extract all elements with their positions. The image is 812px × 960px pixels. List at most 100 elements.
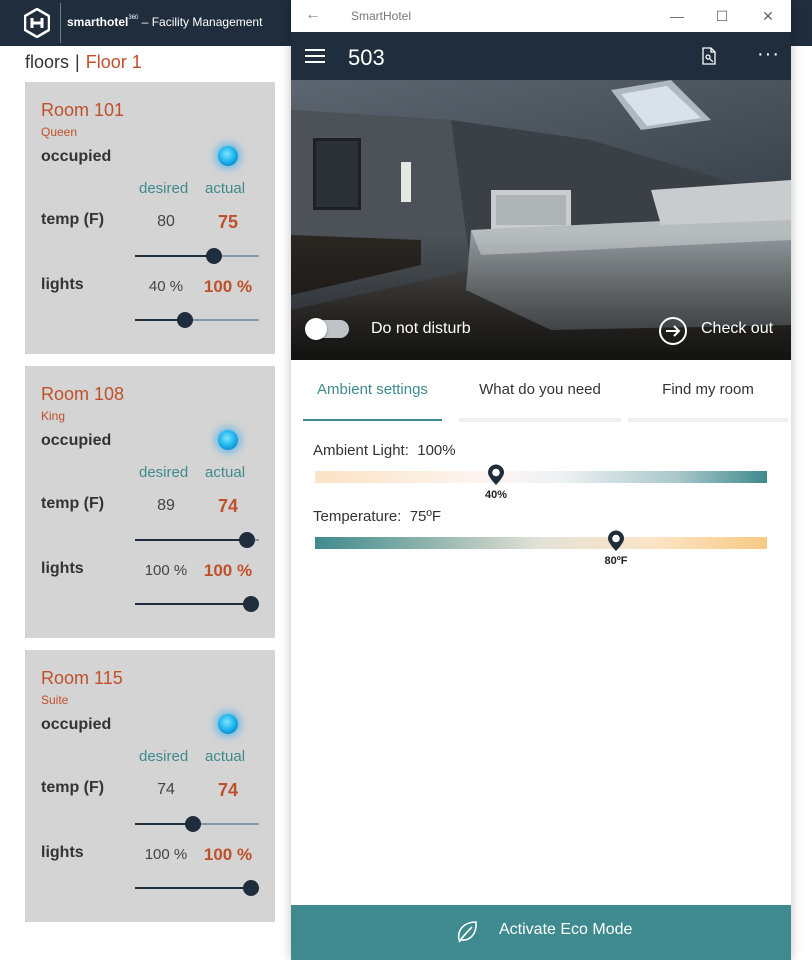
actual-header: actual [205, 180, 246, 197]
window-titlebar[interactable]: ← SmartHotel — ☐ ✕ [291, 0, 791, 32]
tab-divider [459, 418, 621, 422]
lights-label: lights [41, 276, 84, 293]
do-not-disturb-label: Do not disturb [371, 320, 471, 337]
temperature-title: Temperature: [313, 508, 402, 525]
tab-what-do-you-need[interactable]: What do you need [459, 360, 621, 422]
breadcrumb-separator: | [75, 52, 80, 72]
lights-actual-value: 100 % [203, 845, 253, 864]
eco-mode-label: Activate Eco Mode [499, 921, 633, 938]
tab-divider [628, 418, 788, 422]
temp-desired-value: 80 [157, 213, 175, 230]
room-type: Queen [41, 125, 78, 139]
ambient-light-desired-label: 40% [484, 489, 508, 501]
desired-header: desired [139, 464, 189, 481]
room-card[interactable]: Room 101 Queen occupied desired actual t… [25, 82, 275, 354]
back-arrow-icon[interactable]: ← [305, 6, 321, 24]
temperature-value: 75ºF [409, 508, 442, 525]
slider-thumb[interactable] [239, 532, 255, 548]
checkout-icon[interactable] [658, 316, 688, 346]
minimize-button[interactable]: — [665, 4, 689, 28]
brand-sup: 360 [128, 15, 139, 21]
lights-label: lights [41, 560, 84, 577]
lights-desired-value: 100 % [144, 846, 188, 863]
temperature-slider[interactable] [315, 537, 767, 549]
slider-track-filled [135, 539, 247, 541]
tab-find-my-room[interactable]: Find my room [628, 360, 788, 422]
document-key-icon[interactable] [701, 47, 717, 65]
ambient-light-value: 100% [417, 442, 456, 459]
window-title: SmartHotel [351, 9, 412, 23]
slider-track-filled [135, 603, 259, 605]
room-photo: Do not disturb Check out [291, 80, 791, 360]
slider-track-remaining [193, 823, 259, 825]
room-status: occupied [41, 432, 112, 449]
hamburger-menu-icon[interactable] [305, 49, 325, 63]
more-options-icon[interactable]: ··· [757, 43, 780, 66]
lights-slider[interactable] [135, 312, 259, 328]
temp-label: temp (F) [41, 211, 105, 228]
ambient-light-label: Ambient Light: 100% [313, 442, 456, 459]
temp-actual-value: 74 [217, 780, 239, 800]
slider-thumb[interactable] [185, 816, 201, 832]
bedroom-image [291, 80, 791, 360]
lights-actual-value: 100 % [203, 561, 253, 580]
occupancy-indicator-icon [218, 146, 238, 166]
activate-eco-mode-button[interactable]: Activate Eco Mode [291, 905, 791, 960]
smarthotel-window: ← SmartHotel — ☐ ✕ 503 ··· Do not distur… [291, 0, 791, 960]
slider-track-remaining [185, 319, 259, 321]
brand-name: smarthotel [67, 15, 129, 29]
room-number: 503 [348, 45, 385, 70]
breadcrumb-floors-link[interactable]: floors [25, 52, 69, 72]
leaf-icon [457, 921, 477, 943]
temp-label: temp (F) [41, 779, 105, 796]
tab-bar: Ambient settings What do you need Find m… [291, 360, 791, 422]
room-name: Room 115 [41, 668, 123, 688]
app-header: 503 ··· [291, 32, 791, 80]
slider-thumb[interactable] [243, 596, 259, 612]
lights-actual-value: 100 % [203, 277, 253, 296]
ambient-light-slider[interactable] [315, 471, 767, 483]
room-type: Suite [41, 693, 69, 707]
lights-slider[interactable] [135, 596, 259, 612]
lights-desired-value: 100 % [144, 562, 188, 579]
desired-header: desired [139, 180, 189, 197]
slider-track-filled [135, 887, 259, 889]
room-name: Room 108 [41, 384, 125, 404]
room-card[interactable]: Room 115 Suite occupied desired actual t… [25, 650, 275, 922]
temp-slider[interactable] [135, 248, 259, 264]
slider-thumb[interactable] [177, 312, 193, 328]
breadcrumb-current-floor: Floor 1 [85, 52, 142, 72]
slider-thumb[interactable] [243, 880, 259, 896]
temp-desired-value: 89 [157, 497, 175, 514]
slider-thumb[interactable] [206, 248, 222, 264]
ambient-light-title: Ambient Light: [313, 442, 409, 459]
occupancy-indicator-icon [218, 714, 238, 734]
smarthotel-logo-icon [24, 8, 50, 38]
temperature-desired-label: 80ºF [604, 555, 628, 567]
temperature-label: Temperature: 75ºF [313, 508, 441, 525]
logo-divider [60, 3, 61, 43]
ambient-light-thumb-icon[interactable] [487, 464, 505, 486]
brand-title: smarthotel360 – Facility Management [67, 15, 262, 29]
maximize-button[interactable]: ☐ [710, 4, 734, 28]
temperature-thumb-icon[interactable] [607, 530, 625, 552]
close-button[interactable]: ✕ [756, 4, 780, 28]
temp-actual-value: 75 [217, 212, 239, 232]
actual-header: actual [205, 464, 246, 481]
breadcrumb: floors | Floor 1 [25, 52, 142, 73]
temp-slider[interactable] [135, 816, 259, 832]
room-type: King [41, 409, 66, 423]
desired-header: desired [139, 748, 189, 765]
occupancy-indicator-icon [218, 430, 238, 450]
lights-slider[interactable] [135, 880, 259, 896]
slider-track-filled [135, 255, 214, 257]
temp-slider[interactable] [135, 532, 259, 548]
room-card[interactable]: Room 108 King occupied desired actual te… [25, 366, 275, 638]
checkout-label[interactable]: Check out [701, 320, 773, 338]
do-not-disturb-toggle[interactable] [305, 318, 349, 340]
tab-ambient-settings[interactable]: Ambient settings [303, 360, 442, 422]
room-name: Room 101 [41, 100, 125, 120]
lights-desired-value: 40 % [148, 278, 184, 295]
room-status: occupied [41, 148, 112, 165]
lights-label: lights [41, 844, 84, 861]
